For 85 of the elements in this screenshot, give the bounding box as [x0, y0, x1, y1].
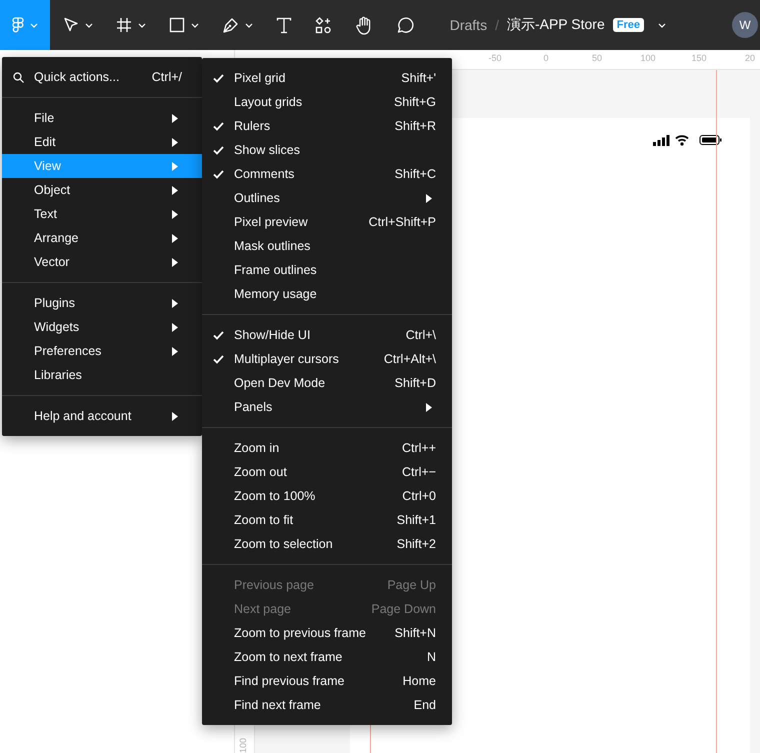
shapes-icon: [315, 16, 332, 34]
file-name[interactable]: 演示-APP Store: [506, 16, 605, 34]
ruler-label: 100: [238, 738, 248, 753]
menu-item[interactable]: Comments Shift+C: [202, 162, 452, 186]
folder-link[interactable]: Drafts: [450, 17, 488, 33]
user-avatar[interactable]: W: [732, 12, 758, 38]
caret-icon: [191, 22, 199, 28]
menu-item[interactable]: Libraries: [2, 363, 202, 387]
hand-icon: [355, 16, 373, 34]
menu-item[interactable]: Text: [2, 202, 202, 226]
checkmark-icon: [212, 74, 224, 82]
ruler-label: 150: [691, 53, 707, 63]
caret-icon: [85, 22, 93, 28]
search-icon: [12, 72, 24, 82]
caret-icon: [30, 22, 38, 28]
submenu-arrow-icon: [172, 114, 178, 122]
menu-item[interactable]: Plugins: [2, 291, 202, 315]
caret-icon: [138, 22, 146, 28]
menu-item[interactable]: Object: [2, 178, 202, 202]
submenu-arrow-icon: [426, 402, 432, 412]
submenu-arrow-icon: [172, 298, 178, 308]
menu-item[interactable]: Outlines: [202, 186, 452, 210]
signal-icon: [653, 134, 670, 146]
menu-item[interactable]: Mask outlines: [202, 234, 452, 258]
pen-icon: [222, 16, 239, 34]
menu-item[interactable]: Zoom to fit Shift+1: [202, 508, 452, 532]
submenu-arrow-icon: [172, 322, 178, 332]
submenu-arrow-icon: [172, 162, 178, 170]
menu-item[interactable]: Memory usage: [202, 282, 452, 306]
menu-item[interactable]: Help and account: [2, 404, 202, 428]
menu-item[interactable]: Open Dev Mode Shift+D: [202, 371, 452, 395]
ruler-label: 20: [745, 53, 755, 63]
menu-item[interactable]: Zoom to 100% Ctrl+0: [202, 484, 452, 508]
quick-actions-item[interactable]: Quick actions... Ctrl+/: [2, 65, 202, 89]
submenu-arrow-icon: [172, 412, 178, 420]
rectangle-icon: [169, 17, 185, 33]
menu-item[interactable]: Vector: [2, 250, 202, 274]
battery-icon: [699, 134, 722, 146]
submenu-arrow-icon: [172, 186, 178, 194]
menu-item[interactable]: Find previous frame Home: [202, 669, 452, 693]
menu-item[interactable]: Preferences: [2, 339, 202, 363]
text-tool-icon: [276, 16, 292, 34]
menu-item[interactable]: File: [2, 106, 202, 130]
menu-item[interactable]: Find next frame End: [202, 693, 452, 717]
menu-item[interactable]: Zoom to selection Shift+2: [202, 532, 452, 556]
pointer-icon: [63, 17, 79, 33]
menu-item[interactable]: Zoom to next frame N: [202, 645, 452, 669]
ruler-label: 50: [592, 53, 602, 63]
frame-icon: [116, 17, 132, 33]
menu-item[interactable]: Frame outlines: [202, 258, 452, 282]
submenu-arrow-icon: [172, 138, 178, 146]
menu-item[interactable]: Zoom out Ctrl+−: [202, 460, 452, 484]
menu-item[interactable]: Pixel grid Shift+': [202, 66, 452, 90]
wifi-icon: [675, 134, 689, 146]
menu-item[interactable]: Show/Hide UI Ctrl+\: [202, 323, 452, 347]
figma-logo-icon: [12, 17, 24, 33]
menu-item[interactable]: Zoom to previous frame Shift+N: [202, 621, 452, 645]
checkmark-icon: [212, 330, 224, 340]
submenu-arrow-icon: [172, 234, 178, 242]
submenu-arrow-icon: [172, 346, 178, 356]
menu-item[interactable]: Zoom in Ctrl++: [202, 436, 452, 460]
submenu-arrow-icon: [172, 210, 178, 218]
menu-item[interactable]: Pixel preview Ctrl+Shift+P: [202, 210, 452, 234]
menu-item[interactable]: Edit: [2, 130, 202, 154]
menu-item[interactable]: Arrange: [2, 226, 202, 250]
caret-icon: [658, 22, 666, 28]
ruler-label: -50: [488, 53, 502, 63]
breadcrumb-separator: /: [495, 17, 499, 33]
submenu-arrow-icon: [426, 194, 432, 202]
menu-item[interactable]: Multiplayer cursors Ctrl+Alt+\: [202, 347, 452, 371]
ruler-label: 100: [640, 53, 656, 63]
menu-item[interactable]: Rulers Shift+R: [202, 114, 452, 138]
checkmark-icon: [212, 122, 224, 130]
plan-badge: Free: [612, 18, 644, 32]
comment-icon: [396, 16, 414, 34]
ruler-label: 0: [544, 53, 548, 63]
checkmark-icon: [212, 354, 224, 364]
checkmark-icon: [212, 170, 224, 178]
caret-icon: [245, 22, 253, 28]
menu-item[interactable]: Layout grids Shift+G: [202, 90, 452, 114]
menu-item[interactable]: Show slices: [202, 138, 452, 162]
checkmark-icon: [212, 146, 224, 154]
submenu-arrow-icon: [172, 258, 178, 266]
menu-item[interactable]: Widgets: [2, 315, 202, 339]
menu-item[interactable]: Panels: [202, 395, 452, 419]
